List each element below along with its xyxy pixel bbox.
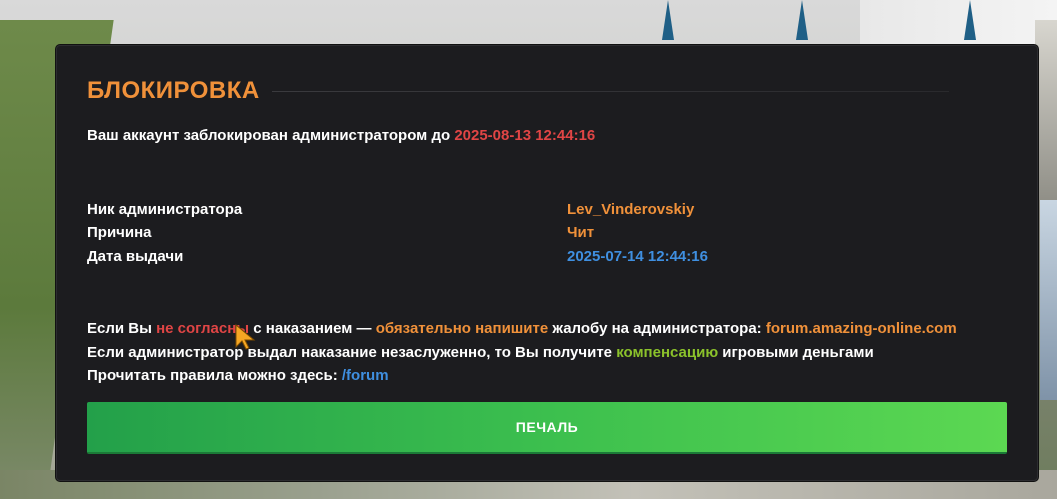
ban-dialog: БЛОКИРОВКА Ваш аккаунт заблокирован адми… [56,45,1038,481]
dialog-title: БЛОКИРОВКА [87,77,260,104]
compensation-highlight: компенсацию [616,344,719,361]
print-button[interactable]: ПЕЧАЛЬ [87,402,1007,454]
detail-label-date: Дата выдачи [87,248,184,265]
info-text: жалобу на администратора: [548,320,766,337]
detail-value-admin: Lev_Vinderovskiy [567,201,695,218]
title-row: БЛОКИРОВКА [87,76,1037,106]
info-text: игровыми деньгами [718,344,874,361]
detail-value-date: 2025-07-14 12:44:16 [567,248,708,265]
info-text: Если Вы [87,320,157,337]
forum-link[interactable]: forum.amazing-online.com [766,320,957,337]
castle-spire [964,0,976,40]
blocked-message: Ваш аккаунт заблокирован администратором… [87,127,595,144]
print-button-label: ПЕЧАЛЬ [515,419,579,435]
castle-spire [662,0,674,40]
info-text: Прочитать правила можно здесь: [87,367,342,384]
must-write-highlight: обязательно напишите [375,320,549,337]
title-divider [271,90,949,92]
info-line-3: Прочитать правила можно здесь: /forum [87,367,389,384]
detail-label-reason: Причина [87,224,152,241]
info-text: с наказанием — [249,320,376,337]
info-line-1: Если Вы не согласны с наказанием — обяза… [87,320,957,337]
blocked-until-date: 2025-08-13 12:44:16 [454,127,596,144]
info-line-2: Если администратор выдал наказание незас… [87,344,874,361]
castle-spire [796,0,808,40]
rules-link[interactable]: /forum [342,367,389,384]
detail-label-admin: Ник администратора [87,201,243,218]
castle-tower [1040,200,1057,400]
snow-area [860,0,1057,45]
blocked-text: Ваш аккаунт заблокирован администратором… [87,127,455,144]
detail-value-reason: Чит [567,224,595,241]
info-text: Если администратор выдал наказание незас… [87,344,617,361]
